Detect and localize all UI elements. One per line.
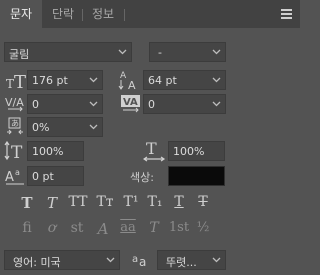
chevron-down-icon xyxy=(212,77,221,83)
kerning-value: 0 xyxy=(32,98,39,111)
small-caps-button[interactable]: Tт xyxy=(94,194,116,212)
tsume-value: 0% xyxy=(32,121,50,134)
chevron-down-icon xyxy=(89,77,98,83)
baseline-shift-field[interactable]: 0 pt xyxy=(27,166,84,186)
leading-dropdown[interactable]: 64 pt xyxy=(143,70,226,90)
faux-bold-button[interactable]: T xyxy=(18,194,36,212)
chevron-down-icon xyxy=(89,124,98,130)
chevron-down-icon xyxy=(118,49,127,55)
anti-alias-dropdown[interactable]: 뚜렷... xyxy=(157,250,226,270)
font-family-dropdown[interactable]: 굴림 xyxy=(4,42,132,62)
tab-divider xyxy=(124,9,125,21)
tracking-icon: VA xyxy=(121,95,140,113)
tsume-icon: あ xyxy=(7,117,23,135)
vertical-scale-value: 100% xyxy=(32,145,64,158)
svg-text:A: A xyxy=(5,170,14,185)
horizontal-scale-icon: T xyxy=(143,140,166,162)
anti-alias-icon: a a xyxy=(132,254,146,269)
tracking-value: 0 xyxy=(148,98,155,111)
chevron-down-icon xyxy=(89,101,98,107)
superscript-button[interactable]: T¹ xyxy=(121,194,141,212)
font-size-icon: T T xyxy=(6,72,26,90)
font-family-value: 굴림 xyxy=(9,48,30,61)
vertical-scale-field[interactable]: 100% xyxy=(27,141,84,161)
svg-text:あ: あ xyxy=(11,119,19,128)
horizontal-scale-field[interactable]: 100% xyxy=(168,141,225,161)
svg-text:T: T xyxy=(6,77,14,90)
color-label: 색상: xyxy=(130,171,154,184)
all-caps-button[interactable]: TT xyxy=(66,194,90,212)
baseline-shift-value: 0 pt xyxy=(32,170,54,183)
svg-text:A: A xyxy=(128,79,136,91)
svg-text:a: a xyxy=(15,168,20,177)
faux-italic-button[interactable]: T xyxy=(43,194,61,212)
old-style-button[interactable]: st xyxy=(68,220,86,238)
svg-text:a: a xyxy=(132,254,138,265)
ordinals-button[interactable]: 1st xyxy=(167,220,191,238)
underline-button[interactable]: T xyxy=(170,194,188,212)
ligatures-button[interactable]: fi xyxy=(18,220,36,238)
panel-menu-icon[interactable] xyxy=(281,9,292,19)
tracking-dropdown[interactable]: 0 xyxy=(143,94,226,114)
chevron-down-icon xyxy=(212,49,221,55)
font-style-value: - xyxy=(158,46,162,59)
titling-alternates-button[interactable]: T xyxy=(145,220,163,238)
stylistic-alternates-button[interactable]: aa xyxy=(117,220,139,238)
character-panel: 문자 단락 정보 굴림 - T T 176 pt A A 64 pt V/A 0 xyxy=(0,0,300,275)
language-dropdown[interactable]: 영어: 미국 xyxy=(4,250,120,270)
fractions-button[interactable]: ½ xyxy=(193,220,213,238)
kerning-icon: V/A xyxy=(5,96,24,112)
chevron-down-icon xyxy=(106,257,115,263)
anti-alias-value: 뚜렷... xyxy=(166,256,197,269)
baseline-shift-icon: A a xyxy=(5,168,24,185)
strikethrough-button[interactable]: T xyxy=(194,194,212,212)
tab-character[interactable]: 문자 xyxy=(0,0,42,28)
svg-text:A: A xyxy=(120,71,127,81)
chevron-down-icon xyxy=(212,257,221,263)
font-style-dropdown[interactable]: - xyxy=(149,42,226,62)
color-swatch[interactable] xyxy=(168,166,225,186)
svg-text:VA: VA xyxy=(123,97,138,108)
tab-info[interactable]: 정보 xyxy=(84,0,122,28)
tsume-dropdown[interactable]: 0% xyxy=(27,117,103,137)
horizontal-scale-value: 100% xyxy=(173,145,205,158)
swash-button[interactable]: A xyxy=(94,220,112,238)
language-value: 영어: 미국 xyxy=(13,256,61,269)
kerning-dropdown[interactable]: 0 xyxy=(27,94,103,114)
svg-text:T: T xyxy=(11,143,23,161)
tab-divider xyxy=(82,9,83,21)
svg-text:V/A: V/A xyxy=(5,96,24,109)
chevron-down-icon xyxy=(212,101,221,107)
vertical-scale-icon: T xyxy=(4,141,23,161)
subscript-button[interactable]: T₁ xyxy=(145,194,165,212)
tab-bar: 문자 단락 정보 xyxy=(0,0,300,28)
tab-paragraph[interactable]: 단락 xyxy=(44,0,82,28)
leading-icon: A A xyxy=(118,71,136,91)
svg-text:T: T xyxy=(146,140,157,158)
leading-value: 64 pt xyxy=(148,74,177,87)
font-size-dropdown[interactable]: 176 pt xyxy=(27,70,103,90)
font-size-value: 176 pt xyxy=(32,74,68,87)
svg-text:a: a xyxy=(139,255,146,269)
discretionary-ligatures-button[interactable]: ơ xyxy=(43,220,61,238)
svg-text:T: T xyxy=(14,72,26,90)
